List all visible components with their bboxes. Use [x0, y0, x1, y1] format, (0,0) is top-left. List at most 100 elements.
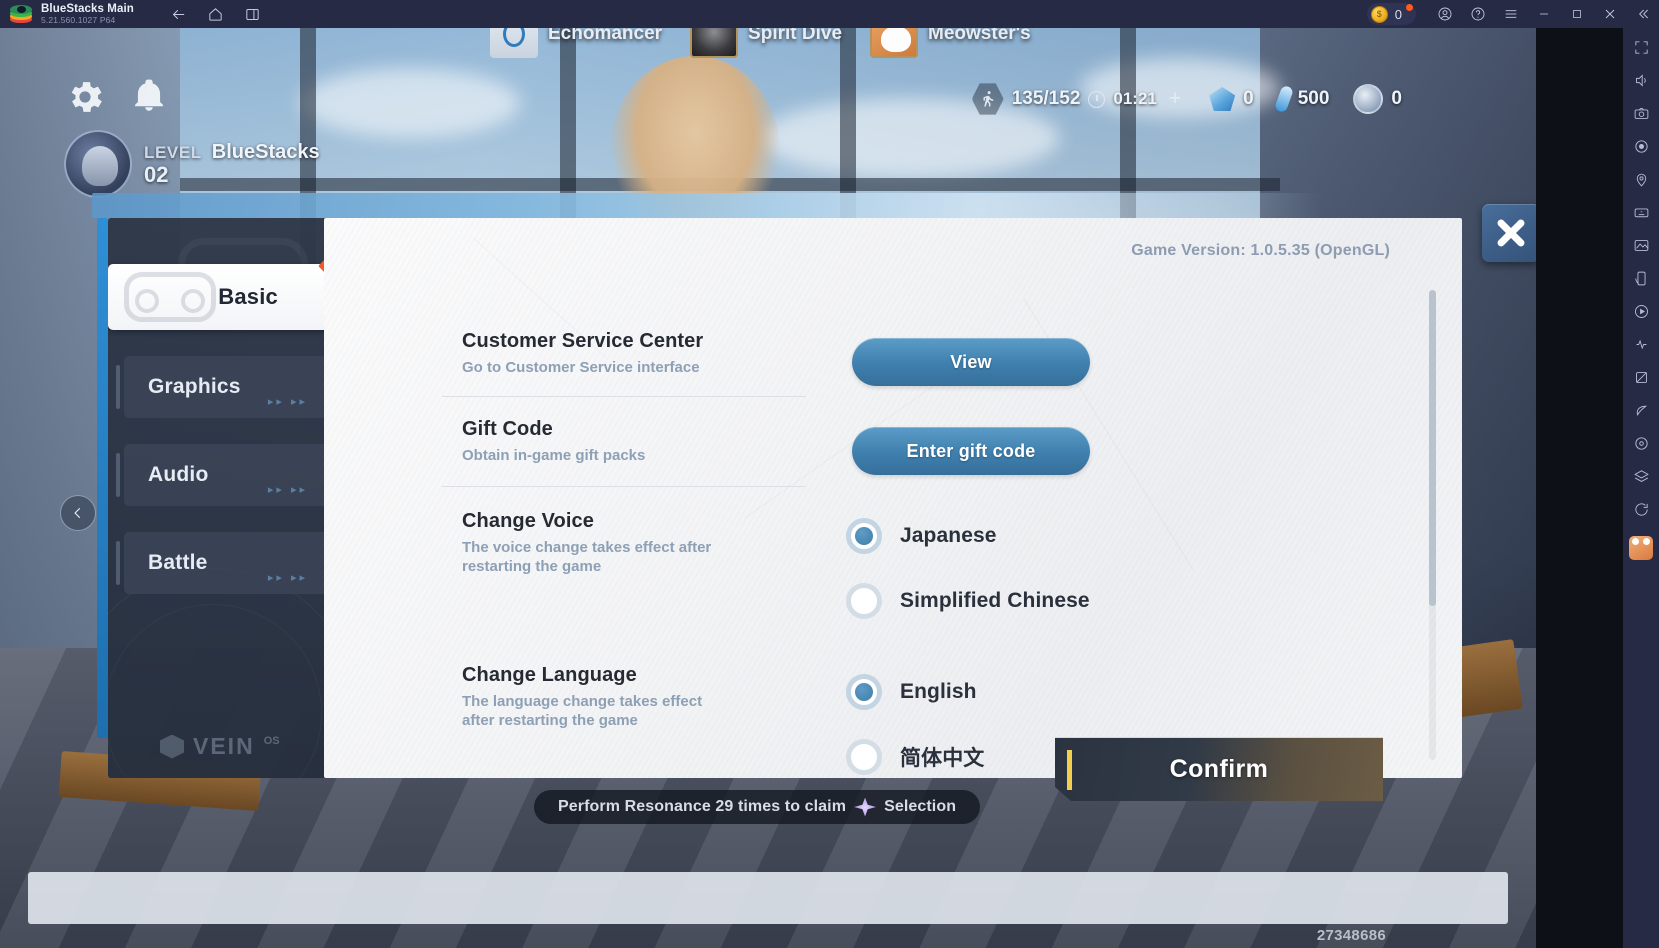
view-button[interactable]: View	[852, 338, 1090, 386]
volume-icon[interactable]	[1629, 69, 1653, 91]
settings-tab-basic[interactable]: Basic	[108, 256, 338, 330]
titlebar-right: $ 0	[1366, 0, 1659, 28]
clock-icon	[1088, 90, 1106, 108]
rotate-icon[interactable]	[1629, 267, 1653, 289]
macro-icon[interactable]	[1629, 300, 1653, 322]
medal-icon	[1353, 84, 1384, 114]
quest-banner[interactable]: Perform Resonance 29 times to claim Sele…	[534, 790, 981, 824]
bottom-nav: Echomancer Spirit Dive Meowster's	[490, 28, 1031, 58]
voice-option-simplified-chinese[interactable]: Simplified Chinese	[846, 583, 1090, 619]
home-icon[interactable]	[207, 5, 225, 23]
settings-scrollbar[interactable]	[1429, 290, 1436, 760]
shake-icon[interactable]	[1629, 333, 1653, 355]
screenshot-icon[interactable]	[1629, 102, 1653, 124]
notification-bell-icon[interactable]	[130, 76, 168, 114]
multi-instance-icon[interactable]	[244, 5, 262, 23]
settings-tab-label: Basic	[218, 284, 278, 309]
bottom-nav-label: Spirit Dive	[748, 28, 843, 44]
system-controls	[1428, 0, 1659, 28]
bottom-nav-item-echomancer[interactable]: Echomancer	[490, 28, 662, 58]
trim-icon[interactable]	[1629, 366, 1653, 388]
veinos-logo: VEIN OS	[160, 733, 280, 760]
coin-balance[interactable]: $ 0	[1366, 3, 1416, 25]
modal-accent-bar	[97, 218, 108, 738]
vial-group[interactable]: 500	[1266, 82, 1342, 116]
settings-tab-list: Basic Graphics ▸▸ ▸▸ Audio ▸▸ ▸▸ Battle …	[108, 256, 358, 620]
eco-mode-icon[interactable]	[1629, 399, 1653, 421]
fullscreen-icon[interactable]	[1629, 36, 1653, 58]
settings-tab-label: Audio	[148, 463, 209, 486]
quest-text: Perform Resonance 29 times to claim	[558, 798, 847, 815]
pin-icon[interactable]	[1629, 432, 1653, 454]
setting-desc: The language change takes effect after r…	[462, 693, 703, 729]
radio-icon[interactable]	[846, 518, 882, 554]
veinos-sup: OS	[263, 735, 280, 747]
setting-desc: Go to Customer Service interface	[462, 359, 700, 376]
veinos-cube-icon	[160, 734, 184, 759]
add-stamina-button[interactable]: +	[1169, 87, 1181, 111]
bottom-nav-item-meowsters[interactable]: Meowster's	[870, 28, 1031, 58]
minimize-icon[interactable]	[1527, 0, 1560, 28]
settings-tab-label: Graphics	[148, 375, 241, 398]
coin-value: 0	[1394, 6, 1402, 22]
game-version-label: Game Version: 1.0.5.35 (OpenGL)	[1131, 242, 1390, 259]
bottom-nav-label: Meowster's	[928, 28, 1031, 44]
layers-icon[interactable]	[1629, 465, 1653, 487]
setting-title: Customer Service Center	[462, 330, 704, 352]
account-icon[interactable]	[1428, 0, 1461, 28]
option-label: English	[900, 680, 977, 703]
sync-icon[interactable]	[1629, 498, 1653, 520]
maximize-icon[interactable]	[1560, 0, 1593, 28]
gallery-icon[interactable]	[1629, 234, 1653, 256]
confirm-button[interactable]: Confirm	[1055, 737, 1383, 801]
language-option-english[interactable]: English	[846, 674, 977, 710]
row-divider	[442, 396, 806, 397]
close-icon[interactable]	[1482, 204, 1536, 262]
close-icon[interactable]	[1593, 0, 1626, 28]
location-icon[interactable]	[1629, 168, 1653, 190]
help-icon[interactable]	[1461, 0, 1494, 28]
bottom-nav-item-spirit-dive[interactable]: Spirit Dive	[690, 28, 842, 58]
stamina-value: 135/152	[1011, 88, 1081, 109]
titlebar-nav	[170, 5, 262, 23]
option-label: 简体中文	[900, 747, 985, 770]
radio-icon[interactable]	[846, 583, 882, 619]
stamina-group[interactable]: 135/152 01:21 +	[960, 82, 1197, 116]
sidebar-toolrail	[1623, 28, 1659, 948]
radio-icon[interactable]	[846, 674, 882, 710]
prev-arrow-button[interactable]	[60, 495, 96, 531]
timer-value: 01:21	[1113, 89, 1157, 108]
cat-shortcut-icon[interactable]	[1629, 536, 1653, 560]
settings-tab-graphics[interactable]: Graphics ▸▸ ▸▸	[116, 356, 342, 418]
settings-gear-icon[interactable]	[64, 76, 106, 118]
settings-scroll-area[interactable]: Customer Service Center Go to Customer S…	[324, 278, 1414, 778]
settings-tab-battle[interactable]: Battle ▸▸ ▸▸	[116, 532, 342, 594]
gem-count: 0	[1243, 88, 1254, 109]
setting-title: Gift Code	[462, 418, 553, 440]
player-name: BlueStacks	[211, 140, 320, 163]
settings-modal: Basic Graphics ▸▸ ▸▸ Audio ▸▸ ▸▸ Battle …	[92, 178, 1536, 778]
gem-icon	[1209, 87, 1236, 111]
keymapping-icon[interactable]	[1629, 201, 1653, 223]
back-icon[interactable]	[170, 5, 188, 23]
stamina-icon	[971, 83, 1004, 115]
titlebar: BlueStacks Main 5.21.560.1027 P64 $ 0	[0, 0, 1659, 28]
enter-gift-code-button[interactable]: Enter gift code	[852, 427, 1090, 475]
setting-desc: The voice change takes effect after rest…	[462, 539, 712, 575]
spirit-dive-icon	[690, 28, 739, 58]
level-label: LEVEL	[144, 142, 202, 162]
scrollbar-thumb[interactable]	[1429, 290, 1436, 606]
bluestacks-window: LEVEL BlueStacks 02 135/152 01:21 + 0 50…	[0, 0, 1659, 948]
medal-group[interactable]: 0	[1341, 82, 1414, 116]
app-version: 5.21.560.1027 P64	[41, 15, 116, 26]
medal-count: 0	[1391, 88, 1402, 109]
collapse-icon[interactable]	[1626, 0, 1659, 28]
radio-icon[interactable]	[846, 739, 882, 775]
voice-option-japanese[interactable]: Japanese	[846, 518, 997, 554]
menu-icon[interactable]	[1494, 0, 1527, 28]
language-option-simplified-chinese[interactable]: 简体中文	[846, 739, 984, 775]
settings-tab-audio[interactable]: Audio ▸▸ ▸▸	[116, 444, 342, 506]
modal-top-stripe	[92, 193, 1322, 218]
record-icon[interactable]	[1629, 135, 1653, 157]
gem-group[interactable]: 0	[1197, 82, 1266, 116]
